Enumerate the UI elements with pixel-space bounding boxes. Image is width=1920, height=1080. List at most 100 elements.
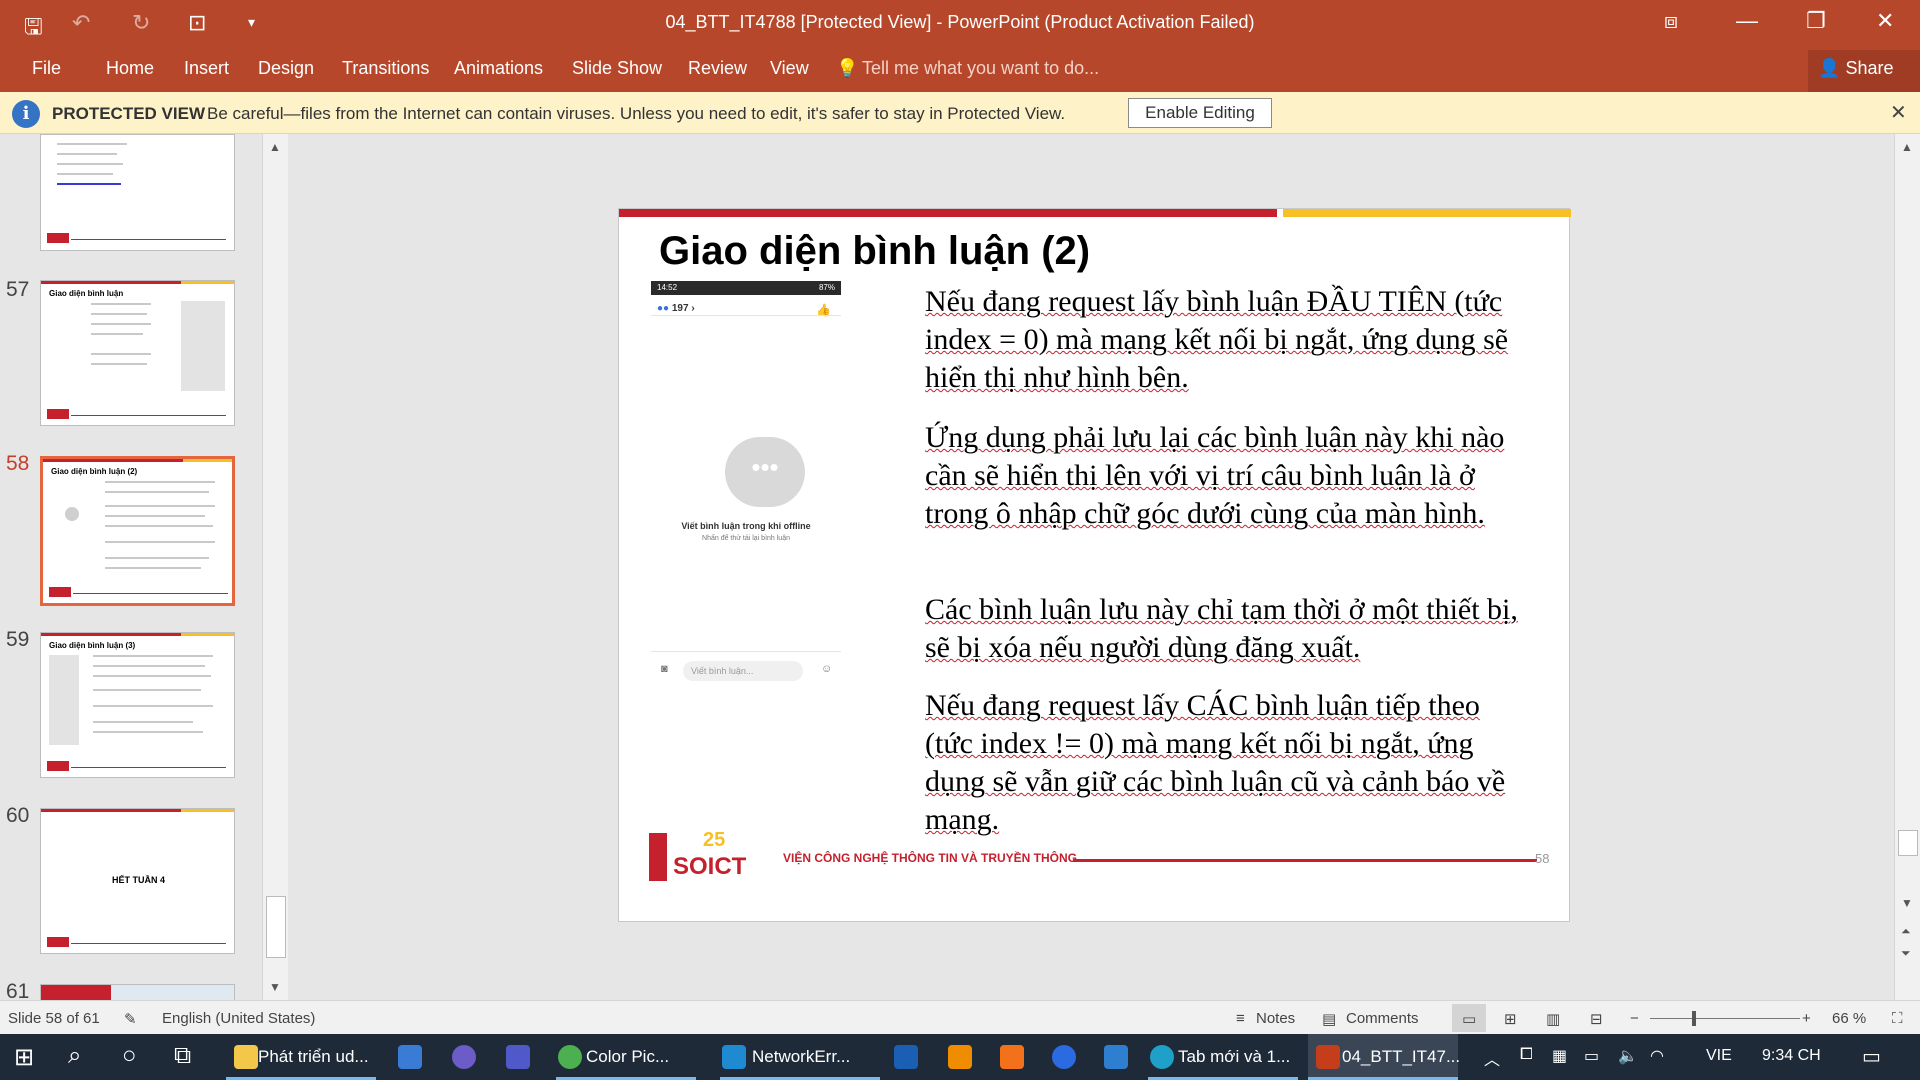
notification-icon[interactable]: ▭ xyxy=(1862,1044,1881,1069)
scroll-down-icon[interactable]: ▼ xyxy=(1901,896,1913,910)
protected-view-message: Be careful—files from the Internet can c… xyxy=(207,104,1066,123)
thumb-image xyxy=(181,301,225,391)
tab-slide-show[interactable]: Slide Show xyxy=(572,58,662,79)
vscode-icon xyxy=(722,1045,746,1069)
language-indicator[interactable]: English (United States) xyxy=(162,1010,315,1027)
ribbon-display-options-icon[interactable]: ⧈ xyxy=(1664,8,1678,34)
zoom-out-icon[interactable]: − xyxy=(1630,1010,1639,1027)
chevron-up-icon[interactable]: ︿ xyxy=(1484,1046,1500,1070)
postman-icon[interactable] xyxy=(1000,1045,1024,1069)
scrollbar-thumb[interactable] xyxy=(266,896,286,958)
thumb-text-line xyxy=(91,313,147,315)
slide-thumbnail[interactable]: HẾT TUẦN 4 xyxy=(40,808,235,954)
notes-button[interactable]: Notes xyxy=(1256,1010,1295,1027)
taskbar-app-file-explorer[interactable]: Phát triển ud... xyxy=(226,1034,376,1080)
tab-file[interactable]: File xyxy=(32,58,61,79)
paint-icon[interactable] xyxy=(398,1045,422,1069)
minimize-button[interactable]: — xyxy=(1736,8,1758,34)
share-label: Share xyxy=(1845,58,1894,78)
next-slide-icon[interactable]: ⏷ xyxy=(1901,946,1911,961)
zoom-level[interactable]: 66 % xyxy=(1832,1010,1866,1027)
slide-scrollbar[interactable]: ▲ ▼ ⏶ ⏷ xyxy=(1894,134,1920,1000)
thumb-image xyxy=(111,985,234,1000)
thumb-text-line xyxy=(93,705,213,707)
app-icon[interactable] xyxy=(452,1045,476,1069)
protected-view-bar: i PROTECTED VIEW Be careful—files from t… xyxy=(0,92,1920,134)
slide-number: 59 xyxy=(6,628,30,651)
window-title: 04_BTT_IT4788 [Protected View] - PowerPo… xyxy=(665,12,1255,32)
slide-number: 57 xyxy=(6,278,30,301)
mail-icon[interactable] xyxy=(1104,1045,1128,1069)
scroll-up-icon[interactable]: ▲ xyxy=(1901,140,1913,154)
scroll-down-icon[interactable]: ▼ xyxy=(269,980,281,994)
slide-thumbnail-pane: 57 Giao diện bình luận 58 Giao diện bình… xyxy=(0,134,290,1003)
info-shield-icon: i xyxy=(12,100,40,128)
windows-start-icon[interactable]: ⊞ xyxy=(14,1043,34,1072)
tab-animations[interactable]: Animations xyxy=(454,58,543,79)
slide-paragraph: Nếu đang request lấy bình luận ĐẦU TIÊN … xyxy=(925,285,1509,394)
app-icon[interactable] xyxy=(1052,1045,1076,1069)
fit-to-window-icon[interactable]: ⛶ xyxy=(1892,1010,1903,1027)
slide-thumbnail[interactable] xyxy=(40,134,235,251)
tell-me-input[interactable]: Tell me what you want to do... xyxy=(862,58,1099,79)
tab-insert[interactable]: Insert xyxy=(184,58,229,79)
thumb-red-block xyxy=(41,985,111,1000)
sublime-icon[interactable] xyxy=(948,1045,972,1069)
scroll-up-icon[interactable]: ▲ xyxy=(269,140,281,154)
task-view-icon[interactable]: ⧉ xyxy=(174,1042,191,1070)
thumb-footer-line xyxy=(73,593,228,594)
meet-now-icon[interactable]: ⧠ xyxy=(1520,1046,1533,1064)
thumb-red-bar xyxy=(41,809,181,812)
search-icon[interactable]: ⌕ xyxy=(68,1042,81,1070)
dev-icon[interactable] xyxy=(894,1045,918,1069)
touchpad-icon[interactable]: ▦ xyxy=(1552,1046,1567,1066)
slide-sorter-icon[interactable]: ⊞ xyxy=(1504,1010,1517,1028)
slide-thumbnail[interactable]: Giao diện bình luận xyxy=(40,280,235,426)
slide-red-bar xyxy=(619,209,1277,217)
restore-button[interactable]: ❐ xyxy=(1806,8,1826,34)
scrollbar-thumb[interactable] xyxy=(1898,830,1918,856)
share-button[interactable]: 👤 Share xyxy=(1808,50,1920,92)
tab-design[interactable]: Design xyxy=(258,58,314,79)
zoom-slider[interactable] xyxy=(1650,1018,1800,1019)
cortana-icon[interactable]: ○ xyxy=(122,1042,137,1070)
input-language[interactable]: VIE xyxy=(1706,1047,1732,1065)
enable-editing-button[interactable]: Enable Editing xyxy=(1128,98,1272,128)
chrome-icon xyxy=(558,1045,582,1069)
slide-show-icon[interactable]: ⊟ xyxy=(1590,1010,1603,1028)
clock[interactable]: 9:34 CH xyxy=(1762,1047,1821,1065)
taskbar-app-color-picker[interactable]: Color Pic... xyxy=(556,1034,696,1080)
close-button[interactable]: ✕ xyxy=(1876,8,1894,34)
tab-review[interactable]: Review xyxy=(688,58,747,79)
tab-transitions[interactable]: Transitions xyxy=(342,58,429,79)
tab-home[interactable]: Home xyxy=(106,58,154,79)
battery-icon[interactable]: ▭ xyxy=(1584,1046,1599,1066)
reading-view-icon[interactable]: ▥ xyxy=(1546,1010,1560,1028)
thumbnail-scrollbar[interactable]: ▲ ▼ xyxy=(262,134,288,1000)
tab-view[interactable]: View xyxy=(770,58,809,79)
thumb-text-line xyxy=(105,567,201,569)
zoom-in-icon[interactable]: + xyxy=(1802,1010,1811,1027)
footer-line xyxy=(1073,859,1537,862)
comments-button[interactable]: Comments xyxy=(1346,1010,1419,1027)
taskbar-app-vscode[interactable]: NetworkErr... xyxy=(720,1034,880,1080)
thumb-text-line xyxy=(57,163,123,165)
offline-title: Viết bình luận trong khi offline xyxy=(681,521,811,531)
close-icon[interactable]: ✕ xyxy=(1890,100,1907,125)
previous-slide-icon[interactable]: ⏶ xyxy=(1901,924,1911,939)
slide-thumbnail[interactable]: Giao diện bình luận (3) xyxy=(40,632,235,778)
thumb-text-line xyxy=(91,323,151,325)
current-slide: Giao diện bình luận (2) 14:52 87% ●● 197… xyxy=(618,208,1571,922)
wifi-icon[interactable]: ◠ xyxy=(1650,1046,1664,1066)
taskbar-app-powerpoint[interactable]: 04_BTT_IT47... xyxy=(1308,1034,1460,1080)
volume-icon[interactable]: 🔈 xyxy=(1618,1046,1638,1066)
slide-thumbnail[interactable] xyxy=(40,984,235,1000)
spell-check-icon[interactable]: ✎ xyxy=(124,1010,137,1028)
slide-thumbnail-selected[interactable]: Giao diện bình luận (2) xyxy=(40,456,235,606)
teams-icon[interactable] xyxy=(506,1045,530,1069)
zoom-slider-thumb[interactable] xyxy=(1692,1011,1696,1026)
comment-input: Viết bình luận... xyxy=(683,661,803,681)
thumb-text-line xyxy=(105,491,209,493)
taskbar-app-edge[interactable]: Tab mới và 1... xyxy=(1148,1034,1298,1080)
institute-name: VIỆN CÔNG NGHỆ THÔNG TIN VÀ TRUYỀN THÔNG xyxy=(783,851,1078,865)
